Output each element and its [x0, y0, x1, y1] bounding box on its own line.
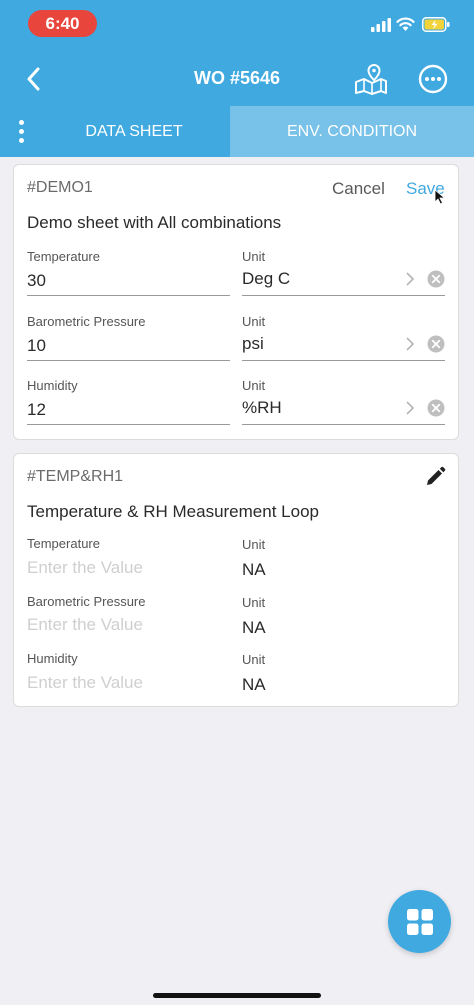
unit-value: NA [242, 675, 266, 694]
field-label: Humidity [27, 651, 78, 666]
humidity-input[interactable] [27, 395, 230, 425]
cellular-signal-icon [371, 18, 391, 32]
tab-menu-button[interactable] [4, 106, 38, 157]
datasheet-title: Demo sheet with All combinations [27, 213, 282, 232]
tab-env-condition[interactable]: ENV. CONDITION [230, 106, 474, 157]
field-label: Barometric Pressure [27, 314, 146, 329]
field-label: Temperature [27, 249, 100, 264]
datasheet-title: Temperature & RH Measurement Loop [27, 502, 319, 521]
vertical-dots-icon [18, 120, 24, 125]
tab-data-sheet[interactable]: DATA SHEET [38, 106, 230, 157]
unit-label: Unit [242, 249, 266, 264]
apps-fab-button[interactable] [388, 890, 451, 953]
vertical-dots-icon [18, 138, 24, 143]
datasheet-id: #TEMP&RH1 [27, 468, 124, 485]
field-label: Barometric Pressure [27, 594, 146, 609]
nav-bar: WO #5646 [0, 50, 474, 106]
status-time: 6:40 [28, 10, 97, 37]
grid-apps-icon [406, 908, 433, 935]
clear-circle-icon[interactable] [427, 335, 445, 353]
temperature-unit-select[interactable]: Deg C [242, 266, 445, 296]
more-horizontal-icon[interactable] [418, 64, 448, 94]
battery-charging-icon [422, 17, 450, 32]
field-label: Temperature [27, 536, 100, 551]
chevron-right-icon [406, 337, 415, 351]
unit-label: Unit [242, 595, 266, 610]
unit-value: NA [242, 560, 266, 579]
pressure-unit-select[interactable]: psi [242, 331, 445, 361]
wifi-icon [396, 17, 415, 31]
back-button[interactable] [18, 64, 48, 94]
clear-circle-icon[interactable] [427, 270, 445, 288]
field-label: Humidity [27, 378, 78, 393]
mouse-pointer-icon [434, 189, 446, 205]
humidity-value-input[interactable] [27, 670, 230, 696]
temperature-input[interactable] [27, 266, 230, 296]
map-location-icon[interactable] [353, 62, 389, 96]
unit-label: Unit [242, 652, 266, 667]
cancel-button[interactable]: Cancel [332, 179, 385, 199]
datasheet-card-view: #TEMP&RH1 Temperature & RH Measurement L… [13, 453, 459, 707]
pressure-value-input[interactable] [27, 612, 230, 638]
unit-value: %RH [242, 398, 282, 417]
home-indicator [153, 993, 321, 998]
datasheet-card-edit: #DEMO1 Cancel Save Demo sheet with All c… [13, 164, 459, 440]
unit-label: Unit [242, 314, 266, 329]
unit-label: Unit [242, 378, 266, 393]
pencil-icon[interactable] [424, 466, 446, 488]
chevron-right-icon [406, 272, 415, 286]
unit-value: Deg C [242, 269, 291, 288]
vertical-dots-icon [18, 129, 24, 134]
tab-bar: DATA SHEET ENV. CONDITION [0, 106, 474, 157]
unit-value: psi [242, 334, 264, 353]
chevron-right-icon [406, 401, 415, 415]
app-header: 6:40 WO #5646 DATA SHEET ENV. CONDITION [0, 0, 474, 157]
barometric-pressure-input[interactable] [27, 331, 230, 361]
unit-value: NA [242, 618, 266, 637]
temperature-value-input[interactable] [27, 555, 230, 581]
page-title: WO #5646 [193, 68, 281, 88]
clear-circle-icon[interactable] [427, 399, 445, 417]
chevron-left-icon [27, 67, 40, 91]
datasheet-id: #DEMO1 [27, 179, 93, 196]
status-bar: 6:40 [0, 0, 474, 46]
humidity-unit-select[interactable]: %RH [242, 395, 445, 425]
unit-label: Unit [242, 537, 266, 552]
